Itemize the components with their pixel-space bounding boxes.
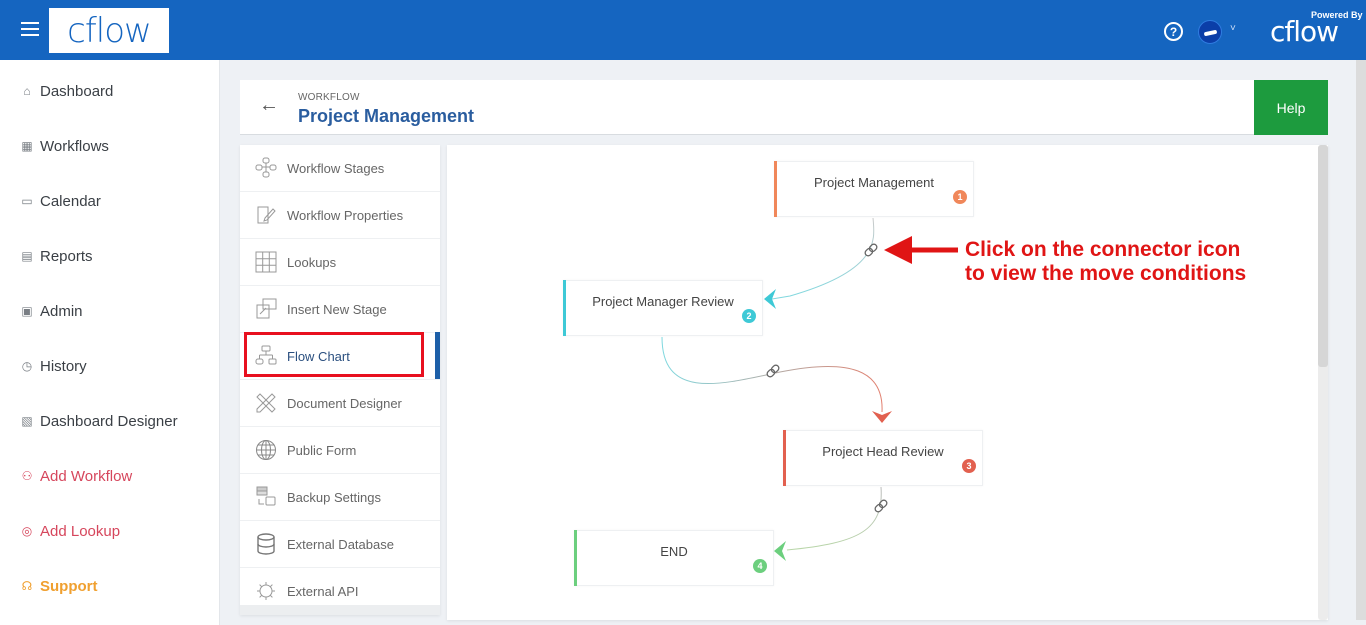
workflow-settings-menu: Workflow Stages Workflow Properties Look…: [240, 145, 440, 615]
sidebar-item-support[interactable]: ☊ Support: [20, 574, 98, 598]
sidebar-item-label: Workflows: [40, 137, 109, 155]
flow-node-project-head-review[interactable]: Project Head Review 3: [783, 430, 983, 486]
top-bar: cflow ? ˅ Powered By cflow: [0, 0, 1366, 60]
annotation-text: Click on the connector icon to view the …: [965, 238, 1246, 286]
menu-item-insert-new-stage[interactable]: Insert New Stage: [240, 286, 440, 333]
flow-node-project-manager-review[interactable]: Project Manager Review 2: [563, 280, 763, 336]
cflow-logo[interactable]: cflow: [49, 8, 169, 53]
sidebar-item-calendar[interactable]: ▭ Calendar: [20, 189, 101, 213]
menu-item-label: External API: [287, 583, 359, 599]
database-icon: [255, 533, 277, 555]
active-menu-indicator: [435, 332, 440, 379]
sidebar-item-label: Admin: [40, 302, 83, 320]
menu-item-label: External Database: [287, 536, 394, 552]
home-icon: ⌂: [23, 84, 31, 98]
sidebar-item-workflows[interactable]: ▦ Workflows: [20, 134, 109, 158]
sidebar-item-add-workflow[interactable]: ⚇ Add Workflow: [20, 464, 133, 488]
sidebar-item-label: Reports: [40, 247, 93, 265]
sidebar: ⌂ Dashboard ▦ Workflows ▭ Calendar ▤ Rep…: [0, 60, 220, 625]
menu-scroll-shade: [240, 605, 440, 615]
grid-icon: ▦: [21, 139, 33, 153]
powered-by-logo: cflow: [1270, 15, 1339, 48]
lookups-icon: [255, 251, 277, 273]
breadcrumb: WORKFLOW: [298, 92, 360, 103]
node-label: END: [660, 544, 688, 559]
sidebar-item-dashboard-designer[interactable]: ▧ Dashboard Designer: [20, 409, 178, 433]
node-label: Project Management: [814, 175, 934, 190]
node-number-badge: 2: [742, 309, 756, 323]
canvas-scrollbar-thumb[interactable]: [1318, 145, 1328, 367]
flow-chart-icon: [255, 345, 277, 367]
help-button[interactable]: Help: [1254, 80, 1328, 135]
sidebar-item-label: Calendar: [40, 192, 101, 210]
hamburger-menu-icon[interactable]: [21, 22, 39, 38]
page-title: Project Management: [298, 106, 475, 126]
question-circle-icon[interactable]: ?: [1164, 22, 1183, 41]
menu-item-label: Document Designer: [287, 395, 402, 411]
page-scrollbar-thumb[interactable]: [1356, 60, 1366, 620]
workflow-stages-icon: [255, 157, 277, 179]
calendar-icon: ▭: [21, 194, 33, 208]
menu-item-document-designer[interactable]: Document Designer: [240, 380, 440, 427]
sidebar-item-label: Dashboard Designer: [40, 412, 178, 430]
sidebar-item-label: History: [40, 357, 87, 375]
flow-node-end[interactable]: END 4: [574, 530, 774, 586]
menu-item-label: Workflow Properties: [287, 207, 404, 223]
menu-item-label: Insert New Stage: [287, 301, 387, 317]
node-number-badge: 1: [953, 190, 967, 204]
back-arrow-icon[interactable]: ←: [259, 94, 279, 117]
sidebar-item-admin[interactable]: ▣ Admin: [20, 299, 83, 323]
menu-item-label: Workflow Stages: [287, 160, 385, 176]
dashboard-designer-icon: ▧: [21, 414, 33, 428]
menu-item-lookups[interactable]: Lookups: [240, 239, 440, 286]
annotation-line-2: to view the move conditions: [965, 262, 1247, 285]
menu-item-backup-settings[interactable]: Backup Settings: [240, 474, 440, 521]
admin-icon: ▣: [21, 304, 33, 318]
sidebar-item-label: Add Lookup: [40, 522, 121, 540]
menu-item-workflow-properties[interactable]: Workflow Properties: [240, 192, 440, 239]
sidebar-item-add-lookup[interactable]: ◎ Add Lookup: [20, 519, 120, 543]
sidebar-item-label: Support: [40, 577, 98, 595]
add-workflow-icon: ⚇: [21, 469, 33, 483]
node-number-badge: 3: [962, 459, 976, 473]
headset-icon: ☊: [21, 579, 33, 593]
menu-item-workflow-stages[interactable]: Workflow Stages: [240, 145, 440, 192]
workflow-properties-icon: [255, 204, 277, 226]
insert-stage-icon: [255, 298, 277, 320]
backup-icon: [255, 486, 277, 508]
document-designer-icon: [255, 392, 277, 414]
logo-text: cflow: [67, 10, 152, 51]
menu-item-flow-chart[interactable]: Flow Chart: [240, 333, 440, 380]
node-number-badge: 4: [753, 559, 767, 573]
user-avatar[interactable]: [1198, 20, 1222, 44]
flow-node-project-management[interactable]: Project Management 1: [774, 161, 974, 217]
sidebar-item-label: Dashboard: [40, 82, 114, 100]
reports-icon: ▤: [21, 249, 33, 263]
node-label: Project Head Review: [822, 444, 944, 459]
chevron-down-icon[interactable]: ˅: [1230, 23, 1236, 34]
add-lookup-icon: ◎: [21, 524, 33, 538]
api-gear-icon: [255, 580, 277, 602]
sidebar-item-dashboard[interactable]: ⌂ Dashboard: [20, 79, 113, 103]
history-icon: ◷: [21, 359, 33, 373]
sidebar-item-label: Add Workflow: [40, 467, 133, 485]
menu-item-external-database[interactable]: External Database: [240, 521, 440, 568]
menu-item-public-form[interactable]: Public Form: [240, 427, 440, 474]
globe-icon: [255, 439, 277, 461]
workflow-header: ← WORKFLOW Project Management: [240, 80, 1328, 135]
menu-item-label: Flow Chart: [287, 348, 350, 364]
menu-item-label: Lookups: [287, 254, 337, 270]
node-label: Project Manager Review: [592, 294, 734, 309]
menu-item-label: Public Form: [287, 442, 357, 458]
sidebar-item-history[interactable]: ◷ History: [20, 354, 87, 378]
annotation-line-1: Click on the connector icon: [965, 238, 1241, 261]
menu-item-label: Backup Settings: [287, 489, 381, 505]
sidebar-item-reports[interactable]: ▤ Reports: [20, 244, 93, 268]
